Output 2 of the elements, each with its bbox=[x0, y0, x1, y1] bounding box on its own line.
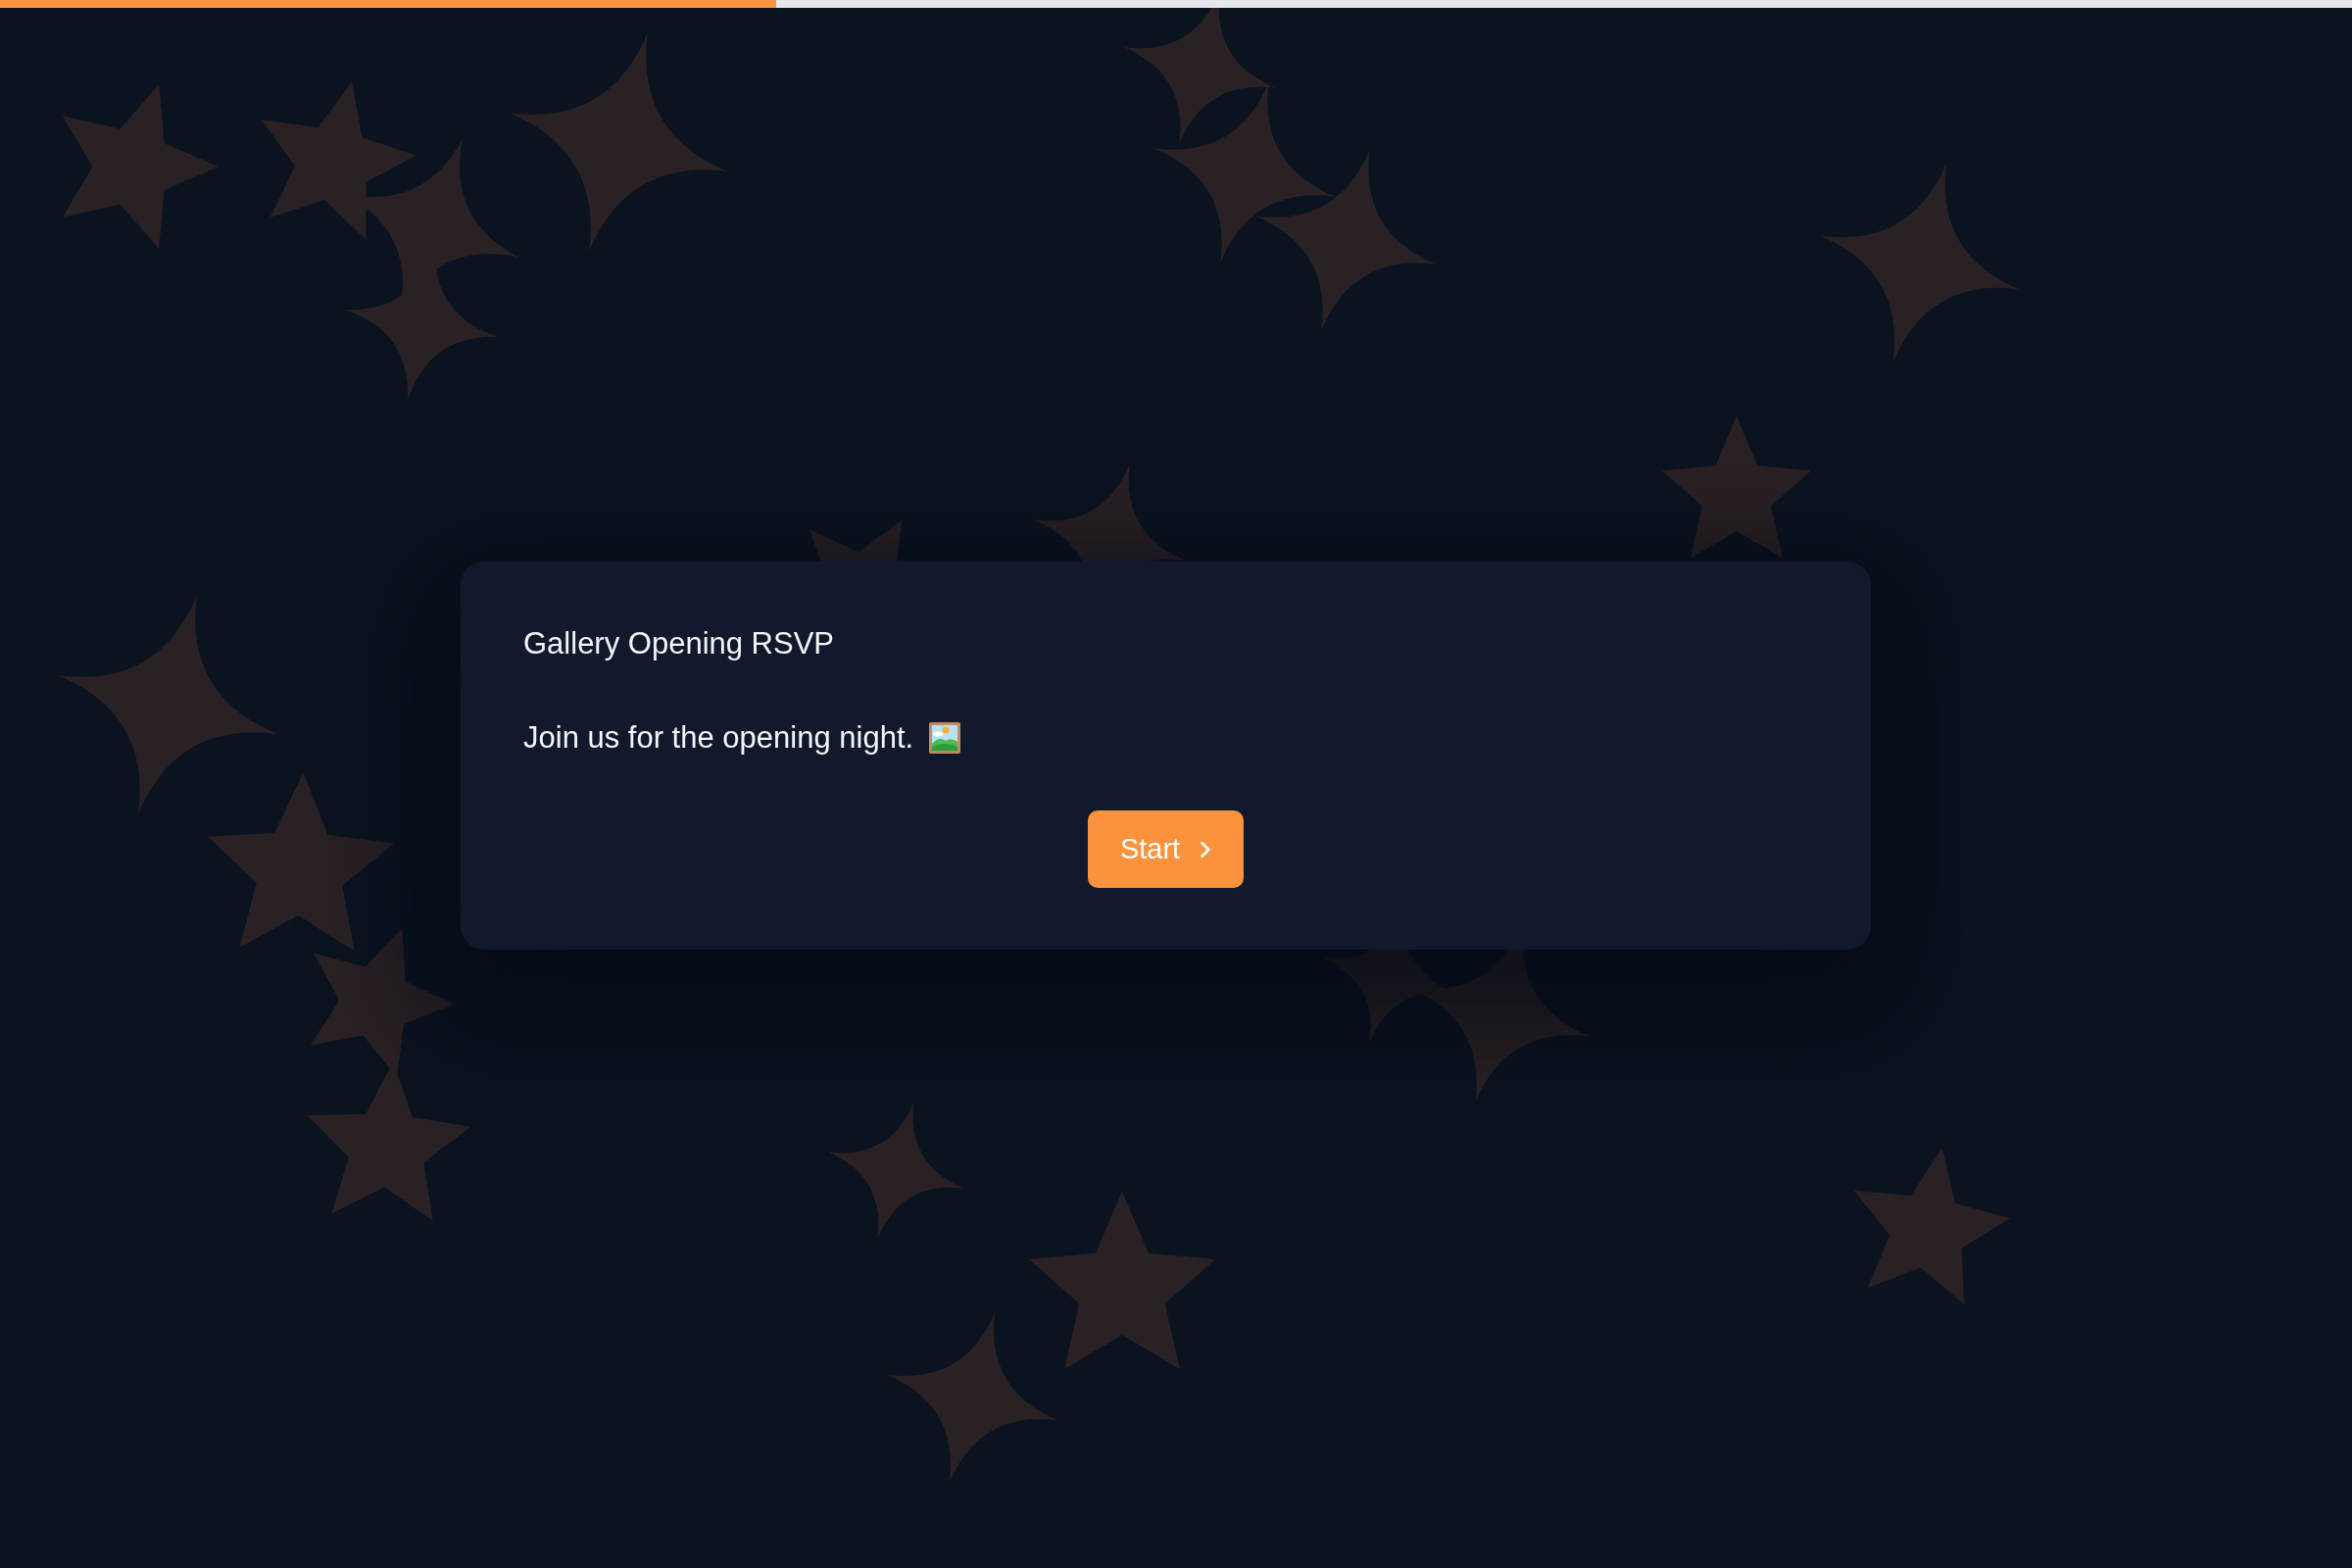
card-title: Gallery Opening RSVP bbox=[523, 625, 836, 662]
message-text: Join us for the opening night. bbox=[523, 719, 914, 757]
